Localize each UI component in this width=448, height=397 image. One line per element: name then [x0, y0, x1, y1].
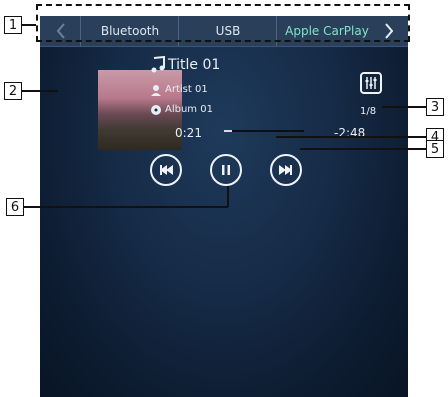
track-title: Title 01 — [168, 57, 221, 73]
callout-line-4 — [276, 136, 426, 138]
callout-6: 6 — [6, 198, 24, 216]
elapsed-time: 0:21 — [175, 126, 202, 140]
callout-line-3 — [382, 106, 426, 108]
callout-5: 5 — [426, 140, 444, 158]
callout-dashed-box — [36, 4, 410, 42]
music-note-icon — [150, 55, 166, 74]
previous-track-icon — [160, 165, 173, 175]
callout-line-6-vertical — [227, 186, 229, 207]
next-track-icon — [279, 165, 292, 175]
track-index: 1/8 — [360, 106, 377, 117]
callout-line-6 — [24, 206, 228, 208]
artist-name: Artist 01 — [165, 84, 208, 95]
callout-line-1 — [22, 24, 36, 26]
callout-line-2 — [22, 90, 58, 92]
callout-3: 3 — [426, 98, 444, 116]
callout-line-5 — [300, 148, 426, 150]
pause-icon — [222, 165, 230, 175]
album-name: Album 01 — [165, 104, 213, 115]
pause-button[interactable] — [210, 154, 242, 186]
sound-settings-icon — [365, 77, 377, 89]
previous-track-button[interactable] — [150, 154, 182, 186]
artist-icon — [150, 84, 162, 96]
album-icon — [150, 104, 162, 116]
progress-bar[interactable] — [224, 130, 304, 132]
next-track-button[interactable] — [270, 154, 302, 186]
callout-1: 1 — [4, 16, 22, 34]
sound-settings-button[interactable] — [360, 72, 382, 94]
progress-fill — [224, 130, 232, 132]
remaining-time: -2:48 — [334, 126, 366, 140]
callout-2: 2 — [4, 82, 22, 100]
